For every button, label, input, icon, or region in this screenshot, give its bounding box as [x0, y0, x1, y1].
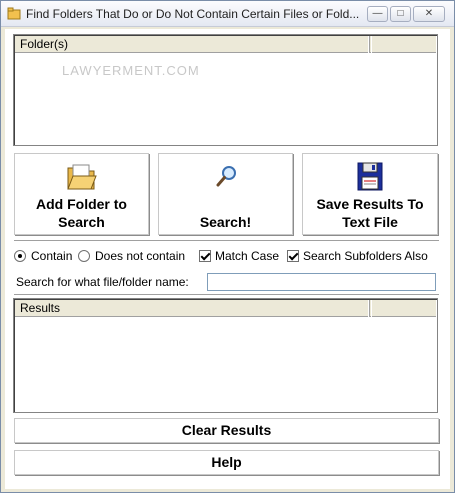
clear-results-button[interactable]: Clear Results — [14, 418, 439, 443]
does-not-contain-radio[interactable]: Does not contain — [78, 248, 185, 264]
does-not-contain-radio-label: Does not contain — [95, 249, 186, 263]
separator-top — [14, 240, 439, 242]
search-name-label: Search for what file/folder name: — [16, 275, 189, 289]
app-window: Find Folders That Do or Do Not Contain C… — [0, 0, 455, 493]
contain-radio[interactable]: Contain — [14, 248, 72, 264]
add-folder-label-2: Search — [58, 214, 105, 230]
search-subfolders-check-box[interactable] — [287, 250, 299, 262]
results-column-header[interactable]: Results — [15, 300, 370, 317]
folders-list-header: Folder(s) — [15, 36, 436, 53]
add-folder-button[interactable]: Add Folder to Search — [14, 153, 149, 235]
search-button[interactable]: Search! — [158, 153, 293, 235]
search-label: Search! — [199, 214, 252, 230]
minimize-button[interactable]: — — [367, 6, 388, 22]
results-column-filler — [371, 300, 436, 317]
close-button[interactable]: ✕ — [413, 6, 445, 22]
save-results-label-1: Save Results To — [316, 196, 424, 212]
folders-column-header[interactable]: Folder(s) — [15, 36, 370, 53]
search-name-input[interactable] — [207, 273, 436, 291]
client-area: Folder(s) LAWYERMENT.COM Add Folder to S… — [5, 29, 450, 489]
save-results-button[interactable]: Save Results To Text File — [302, 153, 438, 235]
contain-radio-dot[interactable] — [14, 250, 26, 262]
search-subfolders-checkbox[interactable]: Search Subfolders Also — [287, 248, 428, 264]
floppy-disk-icon — [357, 162, 383, 191]
save-results-label-2: Text File — [342, 214, 398, 230]
does-not-contain-radio-dot[interactable] — [78, 250, 90, 262]
results-list[interactable]: Results — [13, 298, 438, 413]
separator-bottom — [14, 294, 439, 296]
results-list-header: Results — [15, 300, 436, 317]
window-title: Find Folders That Do or Do Not Contain C… — [26, 7, 360, 21]
folders-list[interactable]: Folder(s) LAWYERMENT.COM — [13, 34, 438, 146]
maximize-button[interactable]: □ — [390, 6, 411, 22]
match-case-checkbox[interactable]: Match Case — [199, 248, 279, 264]
magnifier-icon — [216, 166, 236, 187]
add-folder-label-1: Add Folder to — [36, 196, 127, 212]
match-case-check-box[interactable] — [199, 250, 211, 262]
search-subfolders-label: Search Subfolders Also — [303, 249, 428, 263]
contain-radio-label: Contain — [31, 249, 73, 263]
match-case-label: Match Case — [215, 249, 280, 263]
open-folder-icon — [66, 164, 97, 190]
folders-column-filler — [371, 36, 436, 53]
watermark: LAWYERMENT.COM — [62, 63, 200, 78]
title-bar[interactable]: Find Folders That Do or Do Not Contain C… — [1, 1, 454, 27]
help-button[interactable]: Help — [14, 450, 439, 475]
app-icon — [7, 7, 21, 20]
